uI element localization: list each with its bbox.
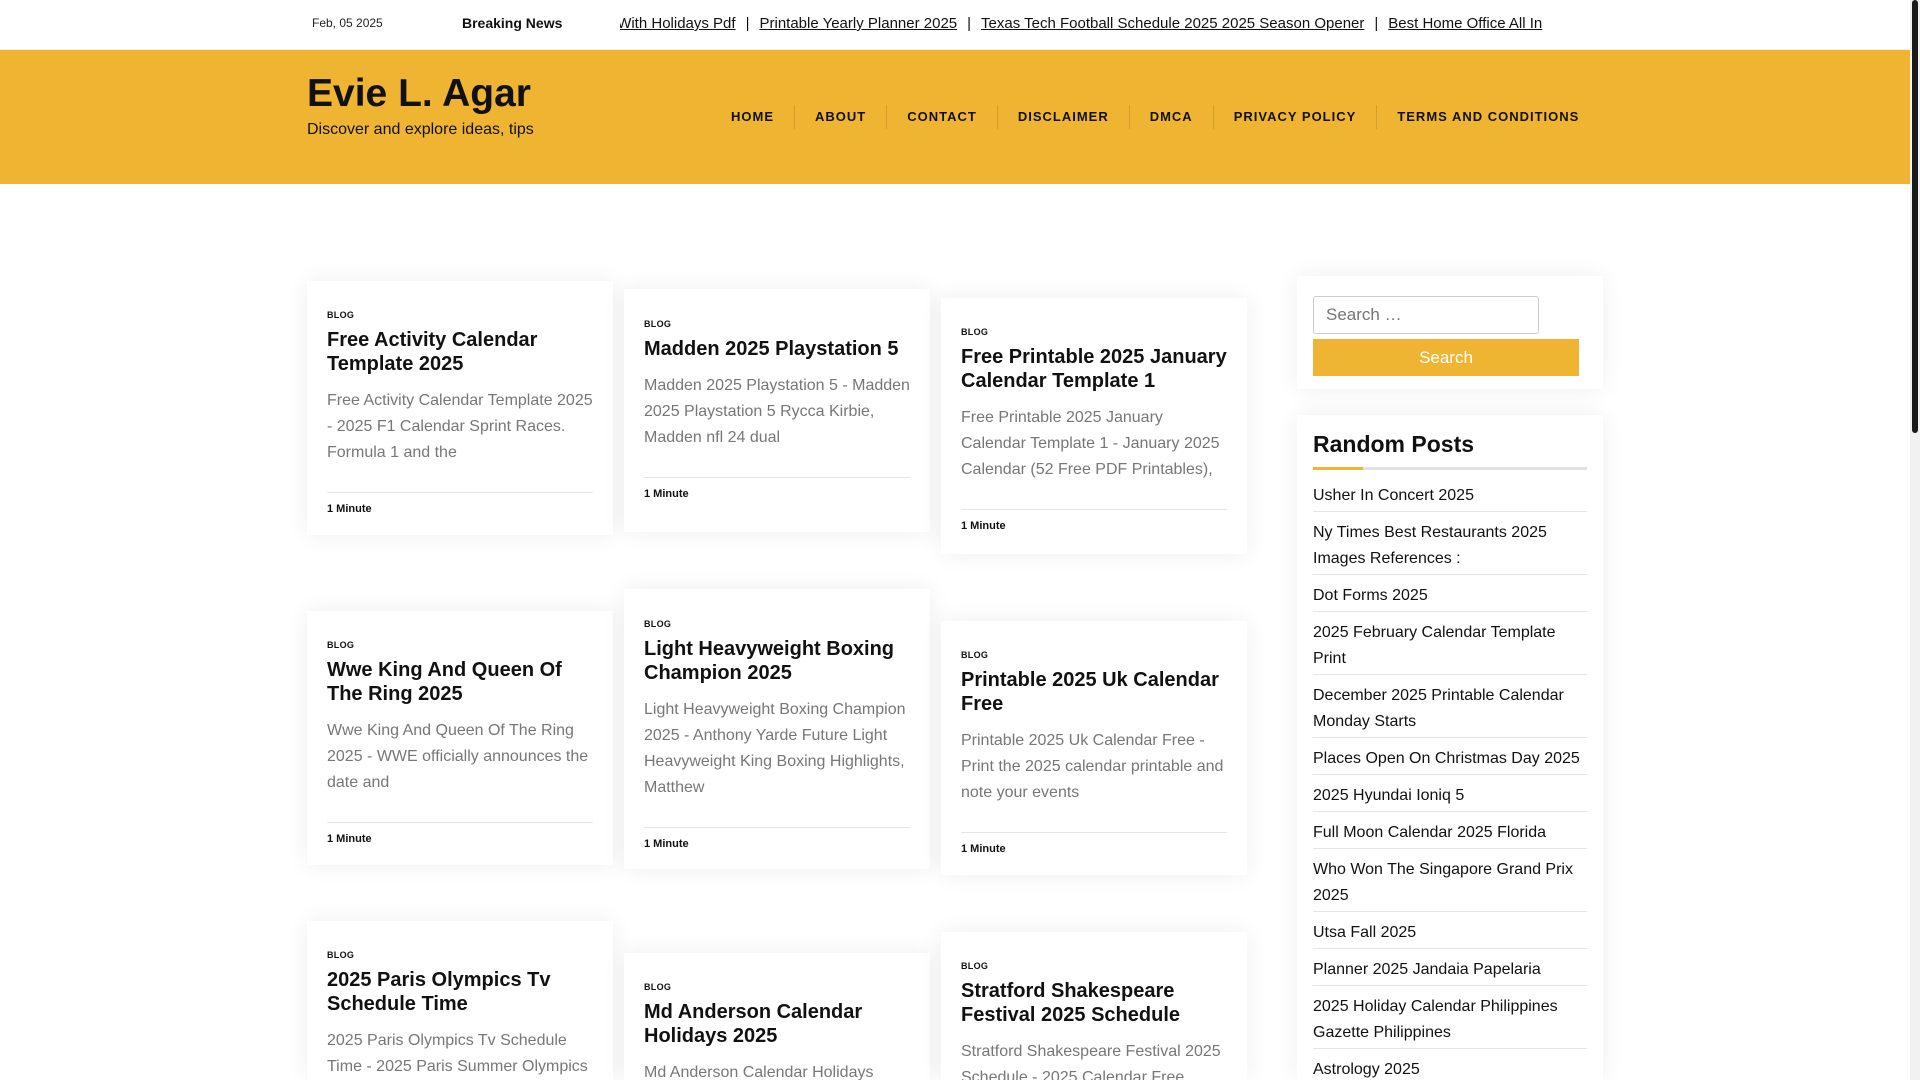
nav-item-home[interactable]: HOME [711,105,794,129]
post-read-time: 1 Minute [644,477,910,500]
nav-item-privacy-policy[interactable]: PRIVACY POLICY [1212,105,1377,129]
post-title[interactable]: Free Activity Calendar Template 2025 [327,328,593,376]
random-post-link[interactable]: Utsa Fall 2025 [1313,912,1587,949]
random-post-link[interactable]: Astrology 2025 [1313,1049,1587,1080]
post-title[interactable]: Md Anderson Calendar Holidays 2025 [644,1000,910,1048]
top-bar: Feb, 05 2025 Breaking News ndar With Hol… [0,0,1910,50]
post-title[interactable]: Light Heavyweight Boxing Champion 2025 [644,637,910,685]
breaking-news-label: Breaking News [462,15,563,31]
post-excerpt: Wwe King And Queen Of The Ring 2025 - WW… [327,722,589,791]
nav-item-terms[interactable]: TERMS AND CONDITIONS [1376,105,1599,129]
random-post-link[interactable]: Planner 2025 Jandaia Papelaria [1313,949,1587,986]
post-card: BLOG Md Anderson Calendar Holidays 2025 … [624,953,930,1080]
nav-item-about[interactable]: ABOUT [794,105,886,129]
ticker-link[interactable]: Best Home Office All In [1388,15,1542,32]
post-title[interactable]: Stratford Shakespeare Festival 2025 Sche… [961,979,1227,1027]
random-posts-title: Random Posts [1313,431,1475,457]
post-card: BLOG Stratford Shakespeare Festival 2025… [941,932,1247,1080]
random-posts-list: Usher In Concert 2025 Ny Times Best Rest… [1313,481,1587,1080]
nav-item-dmca[interactable]: DMCA [1128,105,1213,129]
post-excerpt: 2025 Paris Olympics Tv Schedule Time - 2… [327,1032,588,1075]
nav-item-contact[interactable]: CONTACT [886,105,997,129]
post-title[interactable]: Free Printable 2025 January Calendar Tem… [961,345,1227,393]
post-title[interactable]: Printable 2025 Uk Calendar Free [961,668,1227,716]
main-nav: HOME ABOUT CONTACT DISCLAIMER DMCA PRIVA… [711,105,1599,129]
random-post-link[interactable]: Full Moon Calendar 2025 Florida [1313,812,1587,849]
page-scrollbar[interactable] [1910,0,1920,1080]
random-post-link[interactable]: Dot Forms 2025 [1313,575,1587,612]
post-card: BLOG Light Heavyweight Boxing Champion 2… [624,589,930,869]
post-read-time: 1 Minute [961,509,1227,532]
post-read-time: 1 Minute [961,832,1227,855]
post-excerpt: Stratford Shakespeare Festival 2025 Sche… [961,1043,1221,1080]
post-category[interactable]: BLOG [961,961,1227,971]
random-posts-widget: Random Posts Usher In Concert 2025 Ny Ti… [1297,415,1603,1080]
widget-title-divider [1313,467,1587,470]
post-card: BLOG Printable 2025 Uk Calendar Free Pri… [941,621,1247,875]
post-category[interactable]: BLOG [644,319,910,329]
post-card: BLOG Free Activity Calendar Template 202… [307,281,613,535]
ticker-separator: | [967,15,972,32]
post-card: BLOG Wwe King And Queen Of The Ring 2025… [307,611,613,865]
post-excerpt: Md Anderson Calendar Holidays [644,1064,874,1080]
post-excerpt: Free Activity Calendar Template 2025 - 2… [327,392,593,461]
post-read-time: 1 Minute [327,492,593,515]
post-excerpt: Free Printable 2025 January Calendar Tem… [961,409,1220,478]
site-title[interactable]: Evie L. Agar [307,72,531,116]
post-card: BLOG Free Printable 2025 January Calenda… [941,298,1247,554]
random-post-link[interactable]: Who Won The Singapore Grand Prix 2025 [1313,849,1587,912]
random-post-link[interactable]: 2025 February Calendar Template Print [1313,612,1587,675]
post-title[interactable]: Wwe King And Queen Of The Ring 2025 [327,658,593,706]
random-post-link[interactable]: Places Open On Christmas Day 2025 [1313,738,1587,775]
post-category[interactable]: BLOG [644,619,910,629]
post-excerpt: Light Heavyweight Boxing Champion 2025 -… [644,701,906,796]
ticker-link[interactable]: Texas Tech Football Schedule 2025 2025 S… [981,15,1364,32]
post-excerpt: Printable 2025 Uk Calendar Free - Print … [961,732,1224,801]
random-post-link[interactable]: Usher In Concert 2025 [1313,481,1587,512]
search-widget: Search [1297,276,1603,389]
post-card: BLOG 2025 Paris Olympics Tv Schedule Tim… [307,921,613,1080]
random-post-link[interactable]: 2025 Holiday Calendar Philippines Gazett… [1313,986,1587,1049]
random-post-link[interactable]: December 2025 Printable Calendar Monday … [1313,675,1587,738]
nav-item-disclaimer[interactable]: DISCLAIMER [996,105,1129,129]
post-read-time: 1 Minute [644,827,910,850]
post-excerpt: Madden 2025 Playstation 5 - Madden 2025 … [644,377,910,446]
search-input[interactable] [1313,296,1539,334]
breaking-news-ticker: ndar With Holidays Pdf | Printable Yearly … [620,0,1642,50]
search-button[interactable]: Search [1313,339,1579,376]
post-category[interactable]: BLOG [961,650,1227,660]
ticker-link[interactable]: ndar With Holidays Pdf [620,15,736,32]
post-category[interactable]: BLOG [644,982,910,992]
random-post-link[interactable]: 2025 Hyundai Ioniq 5 [1313,775,1587,812]
ticker-link[interactable]: Printable Yearly Planner 2025 [759,15,957,32]
post-category[interactable]: BLOG [327,310,593,320]
post-category[interactable]: BLOG [961,327,1227,337]
post-category[interactable]: BLOG [327,950,593,960]
ticker-separator: | [745,15,750,32]
current-date: Feb, 05 2025 [312,16,383,30]
post-category[interactable]: BLOG [327,640,593,650]
random-post-link[interactable]: Ny Times Best Restaurants 2025 Images Re… [1313,512,1587,575]
site-tagline: Discover and explore ideas, tips [307,121,534,138]
divider-accent [1313,467,1363,470]
site-header: Evie L. Agar Discover and explore ideas,… [0,50,1910,184]
ticker-track: ndar With Holidays Pdf | Printable Yearly … [620,15,1542,32]
post-title[interactable]: Madden 2025 Playstation 5 [644,337,910,361]
scrollbar-thumb[interactable] [1912,0,1918,433]
post-card: BLOG Madden 2025 Playstation 5 Madden 20… [624,289,930,532]
ticker-separator: | [1374,15,1379,32]
post-read-time: 1 Minute [327,822,593,845]
post-title[interactable]: 2025 Paris Olympics Tv Schedule Time [327,968,593,1016]
